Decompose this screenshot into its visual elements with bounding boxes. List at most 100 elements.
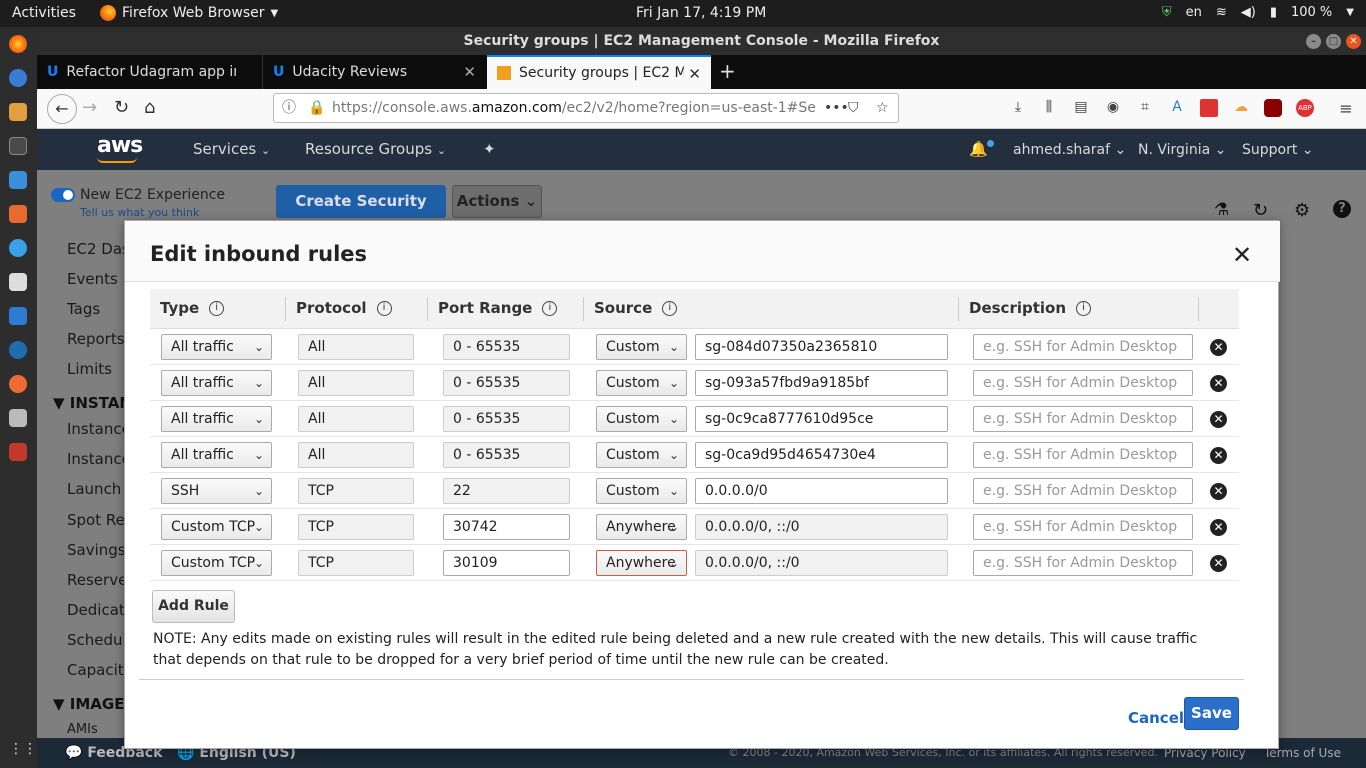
forward-button[interactable]: → — [82, 97, 97, 118]
page-actions-icon[interactable]: ••• — [820, 94, 849, 122]
services-menu[interactable]: Services ⌄ — [193, 140, 270, 158]
delete-rule-icon[interactable]: ✕ — [1210, 555, 1227, 572]
screenshot-icon[interactable] — [9, 409, 27, 427]
description-input[interactable]: e.g. SSH for Admin Desktop — [973, 514, 1193, 540]
vscode-icon[interactable] — [9, 307, 27, 325]
info-icon[interactable]: i — [542, 300, 558, 316]
flask-icon[interactable]: ⚗ — [1214, 200, 1229, 220]
info-icon[interactable]: i — [209, 300, 225, 316]
close-icon[interactable]: ✕ — [1232, 241, 1252, 269]
resource-groups-menu[interactable]: Resource Groups ⌄ — [305, 140, 446, 158]
sidebar-item-spot-requests[interactable]: Spot Re — [67, 511, 125, 529]
tab-udacity-reviews[interactable]: U Udacity Reviews ✕ — [262, 55, 486, 89]
type-select[interactable]: All traffic ⌄ — [161, 406, 272, 432]
port-range-input[interactable]: 30742 — [443, 514, 570, 540]
thunderbird-icon[interactable] — [9, 69, 27, 87]
support-menu[interactable]: Support ⌄ — [1242, 142, 1314, 158]
pin-icon[interactable]: ✦ — [483, 140, 496, 158]
bookmark-star-icon[interactable]: ☆ — [876, 94, 889, 122]
source-select[interactable]: Anywhere ⌄ — [596, 550, 687, 576]
sidebar-item-reserved-instances[interactable]: Reserve — [67, 571, 127, 589]
user-menu[interactable]: ahmed.sharaf ⌄ — [1013, 142, 1126, 158]
account-icon[interactable]: ◉ — [1104, 99, 1122, 117]
info-icon[interactable]: ⓘ — [282, 94, 296, 122]
source-select[interactable]: Custom ⌄ — [596, 406, 687, 432]
delete-rule-icon[interactable]: ✕ — [1210, 447, 1227, 464]
library-icon[interactable]: ⫼ — [1040, 99, 1058, 117]
home-button[interactable]: ⌂ — [144, 97, 155, 118]
type-select[interactable]: SSH ⌄ — [161, 478, 272, 504]
source-cidr-input[interactable]: sg-093a57fbd9a9185bf — [695, 370, 948, 396]
sidebar-item-scheduled-instances[interactable]: Schedul — [67, 631, 127, 649]
writer-icon[interactable] — [9, 171, 27, 189]
create-security-group-button[interactable]: Create Security Group — [276, 185, 446, 243]
translate-icon[interactable]: A — [1168, 99, 1186, 117]
help-icon[interactable]: ? — [1333, 200, 1351, 218]
app-icon[interactable] — [9, 443, 27, 461]
terminal-icon[interactable] — [9, 137, 27, 155]
source-cidr-input[interactable]: sg-0ca9d95d4654730e4 — [695, 442, 948, 468]
system-tray[interactable]: ⛨ en ≋ ◀) ▮ 100 % ▼ — [1162, 5, 1354, 20]
ublock-icon[interactable] — [1264, 99, 1282, 117]
description-input[interactable]: e.g. SSH for Admin Desktop — [973, 370, 1193, 396]
sidebar-item-capacity-reservations[interactable]: Capacity — [67, 661, 133, 679]
info-icon[interactable]: i — [662, 300, 678, 316]
type-select[interactable]: Custom TCP ⌄ — [161, 550, 272, 576]
source-cidr-input[interactable]: sg-0c9ca8777610d95ce — [695, 406, 948, 432]
maximize-button[interactable]: □ — [1326, 34, 1341, 49]
new-tab-button[interactable]: + — [719, 59, 736, 83]
close-tab-icon[interactable]: ✕ — [463, 63, 476, 81]
region-menu[interactable]: N. Virginia ⌄ — [1138, 142, 1226, 158]
download-icon[interactable]: ⤓ — [1009, 99, 1027, 117]
sidebar-item-limits[interactable]: Limits — [67, 360, 112, 378]
section-images[interactable]: ▼ IMAGES — [53, 695, 135, 713]
delete-rule-icon[interactable]: ✕ — [1210, 375, 1227, 392]
sidebar-item-reports[interactable]: Reports — [67, 330, 125, 348]
firefox-icon[interactable] — [9, 35, 27, 53]
actions-button[interactable]: Actions ⌄ — [452, 185, 542, 218]
add-rule-button[interactable]: Add Rule — [152, 590, 235, 623]
gear-icon[interactable]: ⚙ — [1294, 200, 1310, 221]
delete-rule-icon[interactable]: ✕ — [1210, 339, 1227, 356]
info-icon[interactable]: i — [376, 300, 392, 316]
sidebar-item-tags[interactable]: Tags — [67, 300, 100, 318]
description-input[interactable]: e.g. SSH for Admin Desktop — [973, 550, 1193, 576]
type-select[interactable]: Custom TCP ⌄ — [161, 514, 272, 540]
sidebar-item-instance-types[interactable]: Instance — [67, 450, 131, 468]
aws-logo[interactable]: aws — [97, 133, 143, 158]
delete-rule-icon[interactable]: ✕ — [1210, 483, 1227, 500]
description-input[interactable]: e.g. SSH for Admin Desktop — [973, 334, 1193, 360]
app-menu[interactable]: Firefox Web Browser ▼ — [100, 5, 278, 21]
gitkraken-icon[interactable] — [9, 341, 27, 359]
back-button[interactable]: ← — [47, 94, 77, 124]
source-select[interactable]: Custom ⌄ — [596, 370, 687, 396]
port-range-input[interactable]: 30109 — [443, 550, 570, 576]
save-button[interactable]: Save — [1184, 697, 1239, 730]
source-cidr-input[interactable]: sg-084d07350a2365810 — [695, 334, 948, 360]
section-instances[interactable]: ▼ INSTAN — [53, 394, 132, 412]
pocket-icon[interactable]: ⛉ — [848, 94, 859, 122]
refresh-icon[interactable]: ↻ — [1253, 200, 1268, 221]
type-select[interactable]: All traffic ⌄ — [161, 370, 272, 396]
description-input[interactable]: e.g. SSH for Admin Desktop — [973, 478, 1193, 504]
sidebar-item-amis[interactable]: AMIs — [67, 722, 98, 737]
sidebar-item-launch-templates[interactable]: Launch — [67, 480, 121, 498]
help-icon[interactable] — [9, 239, 27, 257]
cancel-button[interactable]: Cancel — [1128, 709, 1184, 727]
clock[interactable]: Fri Jan 17, 4:19 PM — [636, 5, 766, 21]
sidebar-icon[interactable]: ▤ — [1072, 99, 1090, 117]
files-icon[interactable] — [9, 103, 27, 121]
type-select[interactable]: All traffic ⌄ — [161, 334, 272, 360]
source-select[interactable]: Custom ⌄ — [596, 442, 687, 468]
url-bar[interactable]: ⓘ 🔒 https://console.aws.amazon.com/ec2/v… — [273, 93, 899, 123]
close-tab-icon[interactable]: ✕ — [688, 65, 701, 83]
type-select[interactable]: All traffic ⌄ — [161, 442, 272, 468]
show-apps-icon[interactable]: ⋮⋮ — [9, 741, 37, 759]
tab-security-groups[interactable]: Security groups | EC2 Ma ✕ — [487, 55, 711, 89]
language-indicator[interactable]: en — [1186, 5, 1202, 20]
extension-icon[interactable]: ⌗ — [1136, 99, 1154, 117]
software-icon[interactable] — [9, 205, 27, 223]
adblock-icon[interactable]: ABP — [1296, 99, 1314, 117]
reload-button[interactable]: ↻ — [114, 97, 129, 118]
source-cidr-input[interactable]: 0.0.0.0/0 — [695, 478, 948, 504]
